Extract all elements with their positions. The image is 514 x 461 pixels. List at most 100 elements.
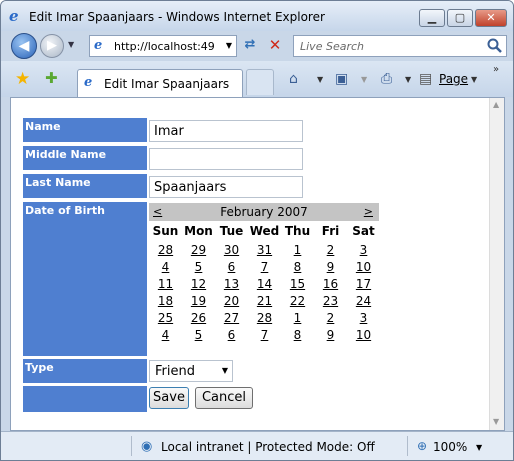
calendar-day[interactable]: 10 [347, 260, 380, 274]
calendar-day[interactable]: 26 [182, 311, 215, 325]
calendar-day[interactable]: 29 [182, 243, 215, 257]
calendar-weekday-header: Fri [321, 224, 340, 238]
search-icon[interactable] [486, 37, 504, 55]
calendar-day[interactable]: 9 [314, 260, 347, 274]
browser-window: e Edit Imar Spaanjaars - Windows Interne… [0, 0, 514, 461]
cancel-button[interactable]: Cancel [195, 387, 253, 409]
home-icon[interactable]: ⌂ [289, 71, 298, 87]
label-middle-name: Middle Name [23, 146, 147, 170]
new-tab-button[interactable] [246, 69, 274, 95]
calendar-day[interactable]: 10 [347, 328, 380, 342]
close-button[interactable]: ✕ [475, 9, 507, 27]
calendar-day[interactable]: 18 [149, 294, 182, 308]
calendar-day[interactable]: 4 [149, 260, 182, 274]
calendar-day[interactable]: 8 [281, 328, 314, 342]
address-field[interactable]: e http://localhost:494 ▼ [89, 35, 237, 57]
status-bar: ◉ Local intranet | Protected Mode: Off ⊕… [1, 431, 513, 460]
maximize-button[interactable]: ▢ [447, 9, 473, 27]
status-divider [131, 436, 132, 456]
calendar-day[interactable]: 13 [215, 277, 248, 291]
calendar-weekday-header: Sat [352, 224, 375, 238]
calendar-day[interactable]: 20 [215, 294, 248, 308]
name-field[interactable] [149, 120, 303, 142]
page-dropdown-icon[interactable]: ▼ [471, 75, 477, 84]
refresh-icon[interactable]: ⇄ [239, 37, 261, 55]
calendar-day[interactable]: 11 [149, 277, 182, 291]
calendar-day[interactable]: 8 [281, 260, 314, 274]
calendar-day[interactable]: 1 [281, 311, 314, 325]
back-button[interactable]: ◀ [11, 33, 37, 59]
calendar-day[interactable]: 22 [281, 294, 314, 308]
calendar-day[interactable]: 16 [314, 277, 347, 291]
label-date-of-birth: Date of Birth [23, 202, 147, 356]
calendar-day[interactable]: 5 [182, 328, 215, 342]
tab-active[interactable]: e Edit Imar Spaanjaars [77, 69, 243, 97]
print-icon[interactable]: ⎙ [381, 71, 392, 87]
page-menu-icon[interactable]: ▤ [419, 71, 432, 87]
calendar-day[interactable]: 6 [215, 260, 248, 274]
calendar-day[interactable]: 31 [248, 243, 281, 257]
stop-icon[interactable]: ✕ [265, 36, 285, 56]
calendar-day[interactable]: 28 [248, 311, 281, 325]
favorites-star-icon[interactable]: ★ [15, 69, 30, 89]
calendar-prev-link[interactable]: < [153, 205, 162, 218]
label-name: Name [23, 118, 147, 142]
calendar-day[interactable]: 25 [149, 311, 182, 325]
calendar-weekday-header: Thu [284, 224, 311, 238]
calendar-day[interactable]: 9 [314, 328, 347, 342]
calendar-day[interactable]: 27 [215, 311, 248, 325]
more-chevron-icon[interactable]: » [493, 64, 499, 75]
home-dropdown-icon[interactable]: ▼ [317, 75, 323, 84]
calendar-day[interactable]: 1 [281, 243, 314, 257]
address-url[interactable]: http://localhost:494 [114, 40, 214, 53]
calendar-day[interactable]: 3 [347, 311, 380, 325]
feeds-icon[interactable]: ▣ [335, 71, 348, 87]
search-input[interactable]: Live Search [293, 35, 507, 57]
title-bar: e Edit Imar Spaanjaars - Windows Interne… [1, 1, 513, 31]
calendar-day[interactable]: 5 [182, 260, 215, 274]
zoom-icon[interactable]: ⊕ [417, 439, 427, 453]
page-menu-label[interactable]: Page [439, 72, 468, 86]
calendar-day[interactable]: 4 [149, 328, 182, 342]
type-select[interactable]: Friend ▼ [149, 360, 233, 382]
calendar-day[interactable]: 7 [248, 328, 281, 342]
middle-name-field[interactable] [149, 148, 303, 170]
add-favorite-icon[interactable]: ✚ [45, 69, 58, 87]
zoom-level[interactable]: 100% [433, 440, 467, 454]
security-zone-text[interactable]: Local intranet | Protected Mode: Off [161, 440, 375, 454]
calendar-day[interactable]: 3 [347, 243, 380, 257]
minimize-button[interactable]: ▁ [419, 9, 445, 27]
calendar-day[interactable]: 21 [248, 294, 281, 308]
calendar-day[interactable]: 15 [281, 277, 314, 291]
forward-button[interactable]: ▶ [40, 34, 64, 58]
recent-pages-dropdown-icon[interactable]: ▼ [68, 40, 74, 49]
calendar-next-link[interactable]: > [364, 205, 373, 218]
feeds-dropdown-icon[interactable]: ▼ [361, 75, 367, 84]
calendar-weekday-header: Mon [184, 224, 213, 238]
calendar-day[interactable]: 7 [248, 260, 281, 274]
zoom-dropdown-icon[interactable]: ▼ [476, 443, 482, 452]
calendar-day[interactable]: 24 [347, 294, 380, 308]
calendar-day[interactable]: 2 [314, 311, 347, 325]
scroll-up-icon[interactable]: ▲ [493, 100, 499, 109]
last-name-field[interactable] [149, 176, 303, 198]
calendar-day[interactable]: 19 [182, 294, 215, 308]
calendar-day[interactable]: 30 [215, 243, 248, 257]
calendar-day[interactable]: 6 [215, 328, 248, 342]
calendar-weekday-header: Tue [219, 224, 244, 238]
status-divider [407, 436, 408, 456]
calendar-day[interactable]: 17 [347, 277, 380, 291]
calendar-weekday-header: Wed [249, 224, 280, 238]
print-dropdown-icon[interactable]: ▼ [405, 75, 411, 84]
calendar-day[interactable]: 14 [248, 277, 281, 291]
calendar-day[interactable]: 28 [149, 243, 182, 257]
address-dropdown-icon[interactable]: ▼ [226, 41, 232, 50]
scroll-down-icon[interactable]: ▼ [493, 417, 499, 426]
save-button[interactable]: Save [149, 387, 189, 409]
calendar-month-title: February 2007 [220, 205, 308, 219]
vertical-scrollbar[interactable]: ▲ ▼ [489, 98, 504, 430]
calendar-day[interactable]: 2 [314, 243, 347, 257]
calendar-day[interactable]: 12 [182, 277, 215, 291]
calendar-day[interactable]: 23 [314, 294, 347, 308]
intranet-zone-icon: ◉ [141, 439, 153, 454]
